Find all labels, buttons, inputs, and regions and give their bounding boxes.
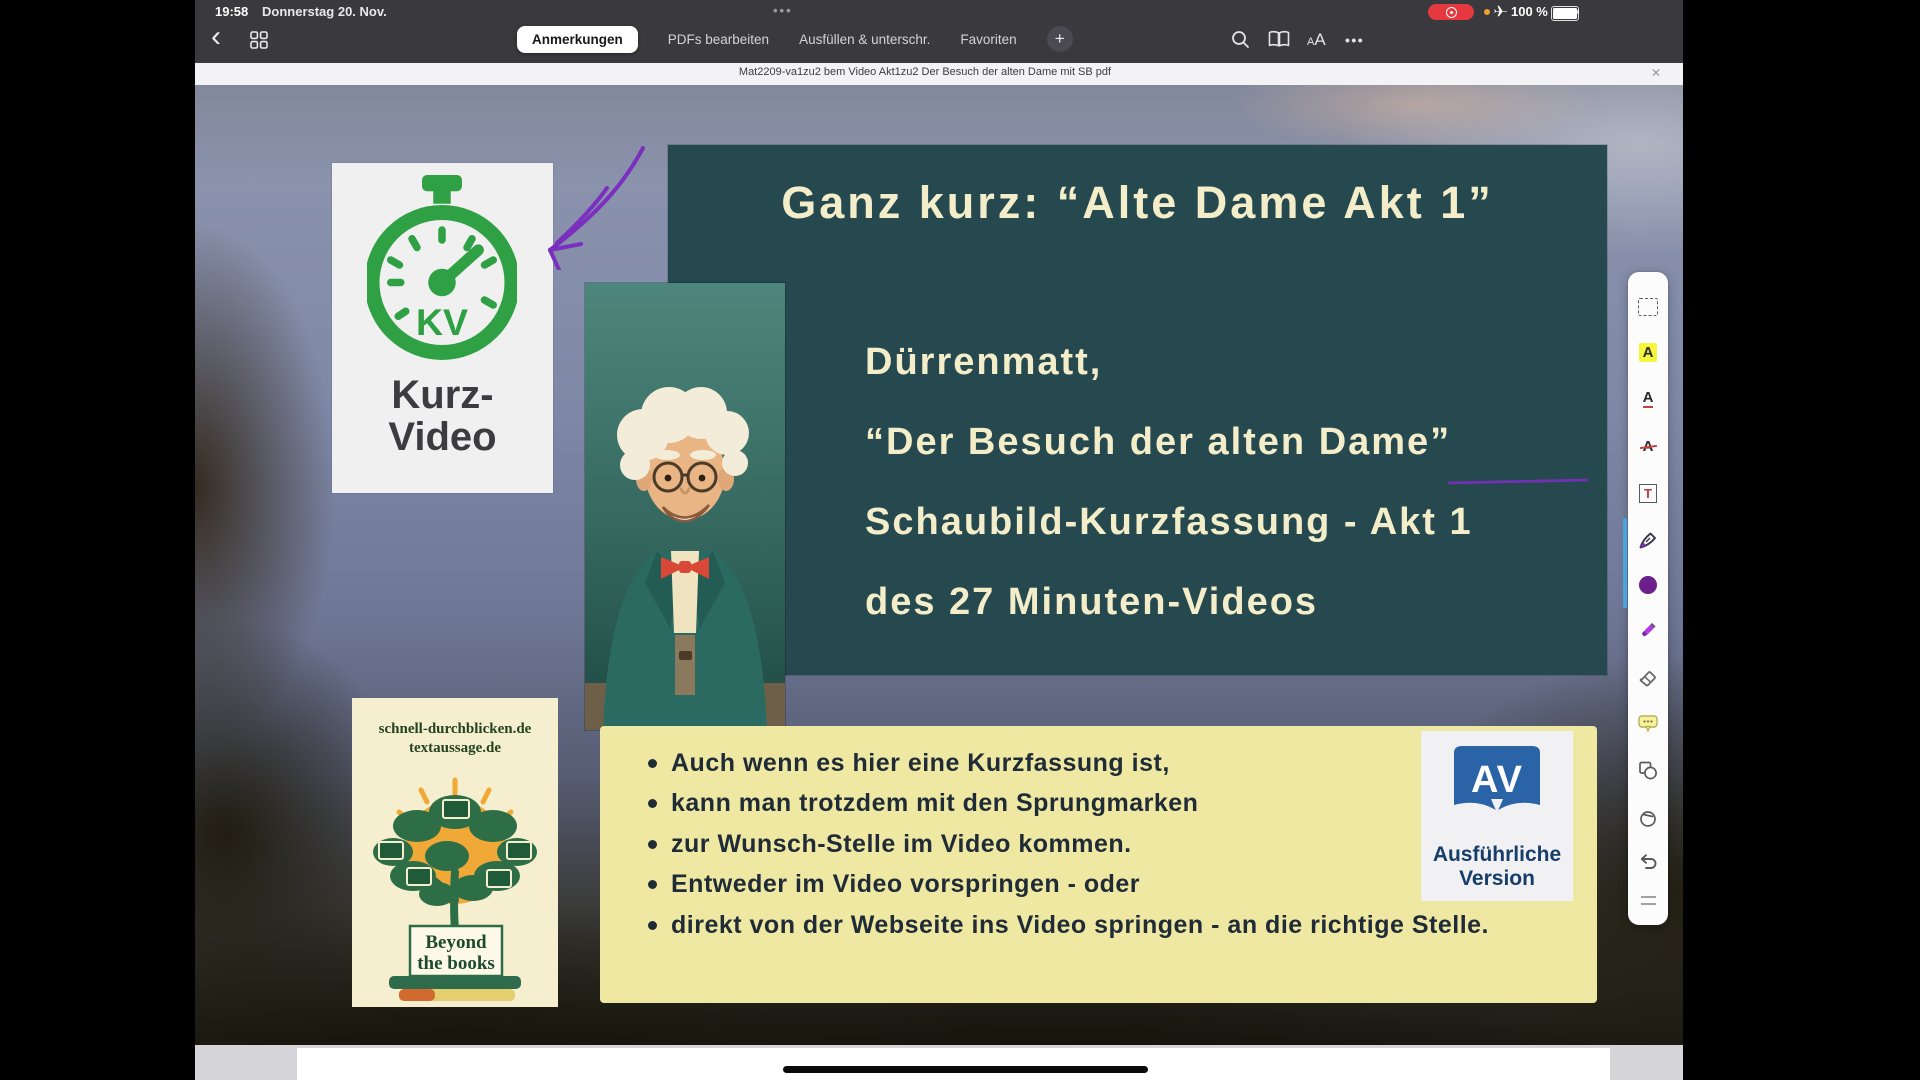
slide-title-box: Ganz kurz: “Alte Dame Akt 1” Dürrenmatt,…: [668, 145, 1607, 675]
airplane-mode-icon: [1494, 5, 1508, 17]
av-abbr: AV: [1421, 759, 1573, 802]
bullet-dot: [648, 759, 657, 768]
pen-icon: [1636, 528, 1660, 552]
kv-label-line2: Video: [332, 417, 553, 457]
tab-anmerkungen[interactable]: Anmerkungen: [517, 26, 638, 53]
slide-title: Ganz kurz: “Alte Dame Akt 1”: [668, 177, 1607, 229]
ausfuehrliche-version-card: AV Ausführliche Version: [1421, 731, 1573, 901]
old-man-portrait-image: [585, 283, 785, 730]
undo-arrow-icon: [1636, 852, 1660, 872]
stamp-tool[interactable]: [1628, 802, 1668, 834]
tree-of-monitors-logo: Beyond the books: [355, 760, 555, 1005]
slide-line-work: “Der Besuch der alten Dame”: [865, 421, 1451, 464]
bullet-dot: [648, 921, 657, 930]
brand-domain-1: schnell-durchblicken.de: [352, 720, 558, 738]
pen-tool-selected[interactable]: [1628, 524, 1668, 556]
slide-line-schaubild: Schaubild-Kurzfassung - Akt 1: [865, 501, 1473, 544]
marquee-select-tool[interactable]: [1628, 291, 1668, 323]
marquee-icon: [1638, 298, 1658, 316]
text-box-icon: T: [1639, 484, 1657, 503]
bullet-item: zur Wunsch-Stelle im Video kommen.: [648, 829, 1132, 859]
close-document-icon[interactable]: ✕: [1651, 66, 1661, 80]
document-title: Mat2209-va1zu2 bem Video Akt1zu2 Der Bes…: [575, 66, 1275, 78]
slide-line-author: Dürrenmatt,: [865, 341, 1102, 384]
screen: 19:58 Donnerstag 20. Nov. ••• 100 % ‹: [0, 0, 1920, 1080]
ink-arrow-annotation[interactable]: [515, 140, 650, 270]
slide-line-video: des 27 Minuten-Videos: [865, 581, 1318, 624]
text-size-button[interactable]: AA: [1307, 30, 1326, 50]
sidebar-drag-handle[interactable]: [1628, 884, 1668, 916]
back-button[interactable]: ‹: [211, 25, 221, 49]
eraser-icon: [1636, 665, 1660, 689]
more-menu-button[interactable]: •••: [1345, 32, 1364, 48]
bullet-dot: [648, 799, 657, 808]
text-box-tool[interactable]: T: [1628, 477, 1668, 509]
thumbnail-grid-button[interactable]: [250, 31, 268, 49]
highlighter-tool[interactable]: [1628, 614, 1668, 646]
underline-icon: A: [1643, 390, 1654, 408]
ink-underline-annotation[interactable]: [1448, 479, 1588, 485]
highlight-icon: A: [1639, 343, 1658, 362]
top-toolbar: 19:58 Donnerstag 20. Nov. ••• 100 % ‹: [195, 0, 1683, 63]
bullet-item: Auch wenn es hier eine Kurzfassung ist,: [648, 748, 1170, 778]
purple-color-dot: [1639, 576, 1657, 594]
brand-logo-card: schnell-durchblicken.de textaussage.de: [352, 698, 558, 1007]
tab-ausfuellen-unterschreiben[interactable]: Ausfüllen & unterschr.: [799, 32, 930, 47]
comment-tool[interactable]: [1628, 707, 1668, 739]
comment-bubble-icon: [1636, 712, 1660, 734]
screen-recording-indicator[interactable]: [1428, 4, 1474, 20]
status-date: Donnerstag 20. Nov.: [262, 4, 387, 19]
selected-tool-accent-bar: [1623, 518, 1627, 608]
brand-slogan-line1: Beyond: [425, 932, 487, 953]
tab-favoriten[interactable]: Favoriten: [960, 32, 1016, 47]
shapes-tool[interactable]: [1628, 754, 1668, 786]
strikethrough-icon: A: [1643, 439, 1654, 454]
battery-icon: [1551, 6, 1579, 21]
kv-label-line1: Kurz-: [332, 375, 553, 415]
status-time: 19:58: [215, 4, 248, 19]
drag-handle-icon: [1641, 896, 1656, 905]
pdf-page[interactable]: KV Kurz- Video Ganz kurz: “Alte Dame Akt…: [195, 85, 1683, 1045]
battery-percent: 100 %: [1511, 4, 1548, 19]
av-line1: Ausführliche: [1421, 843, 1573, 866]
document-title-bar: Mat2209-va1zu2 bem Video Akt1zu2 Der Bes…: [195, 63, 1683, 86]
stamp-icon: [1636, 806, 1660, 830]
underline-text-tool[interactable]: A: [1628, 383, 1668, 415]
bullet-item: Entweder im Video vorspringen - oder: [648, 869, 1140, 899]
av-line2: Version: [1421, 867, 1573, 890]
tab-pdfs-bearbeiten[interactable]: PDFs bearbeiten: [668, 32, 769, 47]
record-icon: [1446, 7, 1457, 18]
bullet-item: kann man trotzdem mit den Sprungmarken: [648, 788, 1198, 818]
microphone-indicator-dot: [1484, 9, 1490, 15]
shapes-icon: [1636, 758, 1660, 782]
brand-slogan-line2: the books: [417, 953, 495, 974]
home-indicator[interactable]: [783, 1066, 1148, 1073]
pdf-app-window: 19:58 Donnerstag 20. Nov. ••• 100 % ‹: [195, 0, 1683, 1080]
add-tab-button[interactable]: +: [1047, 26, 1073, 52]
highlight-text-tool[interactable]: A: [1628, 336, 1668, 368]
bookmarks-book-icon[interactable]: [1268, 30, 1290, 48]
eraser-tool[interactable]: [1628, 661, 1668, 693]
next-page-preview[interactable]: [297, 1048, 1610, 1080]
stopwatch-icon: KV: [367, 175, 517, 365]
bullet-dot: [648, 880, 657, 889]
ink-color-swatch[interactable]: [1628, 569, 1668, 601]
kv-badge: KV: [416, 301, 468, 343]
multitask-dots-icon[interactable]: •••: [773, 3, 793, 18]
highlighter-icon: [1636, 618, 1660, 642]
brand-domain-2: textaussage.de: [352, 739, 558, 757]
strikethrough-text-tool[interactable]: A: [1628, 430, 1668, 462]
bullet-item: direkt von der Webseite ins Video spring…: [648, 910, 1489, 940]
undo-button[interactable]: [1628, 846, 1668, 878]
bullet-dot: [648, 840, 657, 849]
search-icon[interactable]: [1231, 30, 1250, 49]
